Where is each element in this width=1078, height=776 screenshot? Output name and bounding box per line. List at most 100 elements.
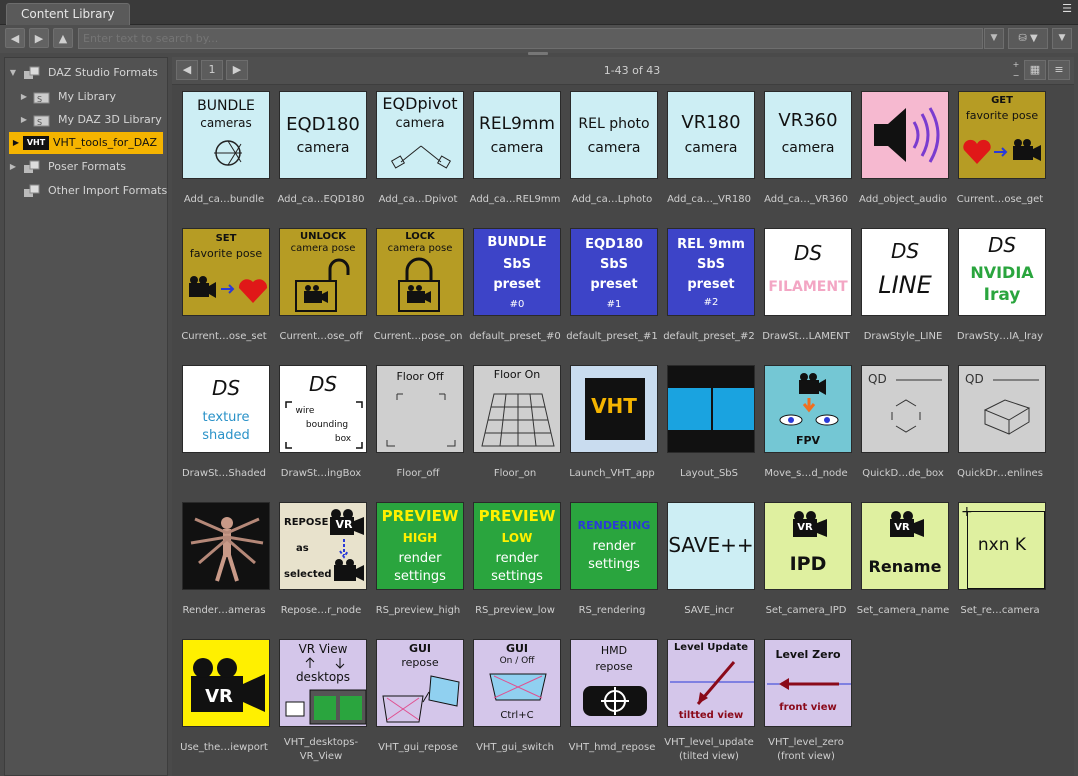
tree-item-my-library[interactable]: ▶ S My Library (5, 86, 167, 108)
tree-item-label: DAZ Studio Formats (48, 66, 158, 79)
list-item[interactable]: GUI On / Off Ctrl+C VHT_gui_switch (463, 635, 561, 767)
panel-menu-icon[interactable]: ☰ (1060, 2, 1074, 16)
list-item[interactable]: BUNDLE cameras Add_ca…bundle (172, 87, 270, 219)
expand-arrow-icon[interactable]: ▶ (11, 132, 21, 154)
thumbnail: EQD180 SbS preset #1 (570, 228, 658, 316)
list-item[interactable]: Add_object_audio (851, 87, 949, 219)
database-button[interactable]: ⛁ ▼ (1008, 28, 1048, 49)
tree-item-label: Poser Formats (48, 160, 126, 173)
tree-item-my-daz-3d-library[interactable]: ▶ S My DAZ 3D Library (5, 109, 167, 131)
item-name: Layout_SbS (679, 468, 739, 479)
item-name: QuickD…de_box (862, 468, 944, 479)
options-button[interactable]: ▼ (1052, 28, 1072, 49)
list-item[interactable]: REL 9mm SbS preset #2 default_preset_#2 (657, 224, 755, 356)
tree-item-label: My Library (58, 90, 116, 103)
thumbnail: RENDERING render settings (570, 502, 658, 590)
tab-content-library[interactable]: Content Library (6, 3, 130, 25)
item-name: RS_preview_low (475, 605, 555, 616)
list-item[interactable]: DS wire bounding box DrawSt…ingBox (269, 361, 367, 493)
tree-item-vht-tools-for-daz[interactable]: ▶ VHT VHT_tools_for_DAZ (9, 132, 163, 154)
forward-button[interactable]: ▶ (29, 28, 49, 48)
list-item[interactable]: Level Update tiltted view VHT_level_upda… (657, 635, 755, 767)
list-item[interactable]: HMD repose VHT_hmd_repose (560, 635, 658, 767)
heart-to-camera-icon (963, 139, 1041, 164)
list-item[interactable]: SET favorite pose Current…ose_set (172, 224, 270, 356)
tree-item-daz-studio-formats[interactable]: ▼ DAZ Studio Formats (5, 62, 167, 84)
thumbnail: QD (861, 365, 949, 453)
list-item[interactable]: EQD180 SbS preset #1 default_preset_#1 (560, 224, 658, 356)
list-item[interactable]: VR Rename Set_camera_name (851, 498, 949, 630)
list-item[interactable]: EQD180 camera Add_ca…EQD180 (269, 87, 367, 219)
folder-stack-icon (24, 184, 40, 197)
back-button[interactable]: ◀ (5, 28, 25, 48)
page-number[interactable]: 1 (201, 60, 223, 80)
list-item[interactable]: GET favorite pose Current…ose_get (948, 87, 1046, 219)
list-item[interactable]: PREVIEW LOW render settings RS_preview_l… (463, 498, 561, 630)
list-item[interactable]: DS LINE DrawStyle_LINE (851, 224, 949, 356)
vht-folder-icon: VHT (23, 136, 49, 150)
list-item[interactable]: VR IPD Set_camera_IPD (754, 498, 852, 630)
floor-off-icon (386, 393, 456, 447)
tree-item-poser-formats[interactable]: ▶ Poser Formats (5, 156, 167, 178)
list-item[interactable]: VHT Launch_VHT_app (560, 361, 658, 493)
list-item[interactable]: QD QuickDr…enlines (948, 361, 1046, 493)
expand-arrow-icon[interactable]: ▶ (19, 86, 29, 108)
content-pager-bar: ◀ 1 ▶ 1-43 of 43 + − ▦ ≡ (172, 57, 1074, 85)
list-item[interactable]: LOCK camera pose Current…pose_on (366, 224, 464, 356)
gui-switch-icon (489, 673, 547, 701)
next-page-button[interactable]: ▶ (226, 60, 248, 80)
list-item[interactable]: DS texture shaded DrawSt…Shaded (172, 361, 270, 493)
crosshair-icon: + (961, 504, 973, 520)
list-item[interactable]: VR360 camera Add_ca…_VR360 (754, 87, 852, 219)
item-name: Launch_VHT_app (569, 468, 655, 479)
list-item[interactable]: BUNDLE SbS preset #0 default_preset_#0 (463, 224, 561, 356)
panel-splitter[interactable] (528, 52, 548, 55)
list-item[interactable]: EQDpivot camera Add_ca…Dpivot (366, 87, 464, 219)
list-item[interactable]: Floor Off Floor_off (366, 361, 464, 493)
search-input[interactable] (78, 28, 983, 49)
thumbnail: VR View desktops (279, 639, 367, 727)
thumbnail: REL9mm camera (473, 91, 561, 179)
item-name: default_preset_#1 (566, 331, 658, 342)
prev-page-button[interactable]: ◀ (176, 60, 198, 80)
list-item[interactable]: REPOSE as selected VR Repose…r_node (269, 498, 367, 630)
list-item[interactable]: DS FILAMENT DrawSt…LAMENT (754, 224, 852, 356)
up-button[interactable]: ▲ (53, 28, 73, 48)
grid-view-icon[interactable]: ▦ (1024, 60, 1046, 80)
list-item[interactable]: GUI repose VHT_gui_repose (366, 635, 464, 767)
expand-arrow-icon[interactable]: ▶ (8, 156, 18, 178)
list-item[interactable]: REL photo camera Add_ca…Lphoto (560, 87, 658, 219)
front-level-icon (767, 678, 851, 690)
list-item[interactable]: VR View desktops VHT_desktops- VR_View (269, 635, 367, 767)
tree-item-other-import-formats[interactable]: Other Import Formats (5, 180, 167, 202)
thumbnail: VR180 camera (667, 91, 755, 179)
list-item[interactable]: DS NVIDIA Iray DrawSty…IA_Iray (948, 224, 1046, 356)
item-name: DrawSt…ingBox (280, 468, 362, 479)
list-item[interactable]: RENDERING render settings RS_rendering (560, 498, 658, 630)
search-dropdown-button[interactable]: ▼ (984, 28, 1004, 49)
list-item[interactable]: + nxn K Set_re…camera (948, 498, 1046, 630)
qd-lines-icon (983, 379, 1039, 435)
database-icon: ⛁ (1018, 33, 1027, 44)
list-item[interactable]: PREVIEW HIGH render settings RS_preview_… (366, 498, 464, 630)
list-item[interactable]: SAVE++ SAVE_incr (657, 498, 755, 630)
item-name: Set_camera_IPD (765, 605, 847, 616)
list-item[interactable]: Level Zero front view VHT_level_zero (fr… (754, 635, 852, 767)
thumbnail: EQD180 camera (279, 91, 367, 179)
list-item[interactable]: Floor On Floor_on (463, 361, 561, 493)
expand-arrow-icon[interactable]: ▼ (8, 62, 18, 84)
zoom-stepper[interactable]: + − (1011, 59, 1021, 81)
list-item[interactable]: FPV Move_s…d_node (754, 361, 852, 493)
expand-arrow-icon[interactable]: ▶ (19, 109, 29, 131)
list-item[interactable]: Layout_SbS (657, 361, 755, 493)
list-item[interactable]: Render…ameras (172, 498, 270, 630)
list-item[interactable]: QD QuickD…de_box (851, 361, 949, 493)
list-item[interactable]: VR180 camera Add_ca…_VR180 (657, 87, 755, 219)
list-item[interactable]: UNLOCK camera pose Current…ose_off (269, 224, 367, 356)
item-name: DrawStyle_LINE (863, 331, 943, 342)
list-item[interactable]: VR Use_the…iewport (172, 635, 270, 767)
list-view-icon[interactable]: ≡ (1048, 60, 1070, 80)
list-item[interactable]: REL9mm camera Add_ca…REL9mm (463, 87, 561, 219)
content-grid: BUNDLE cameras Add_ca…bundle EQD180 came… (172, 87, 1074, 776)
item-name: Floor_off (396, 468, 440, 479)
